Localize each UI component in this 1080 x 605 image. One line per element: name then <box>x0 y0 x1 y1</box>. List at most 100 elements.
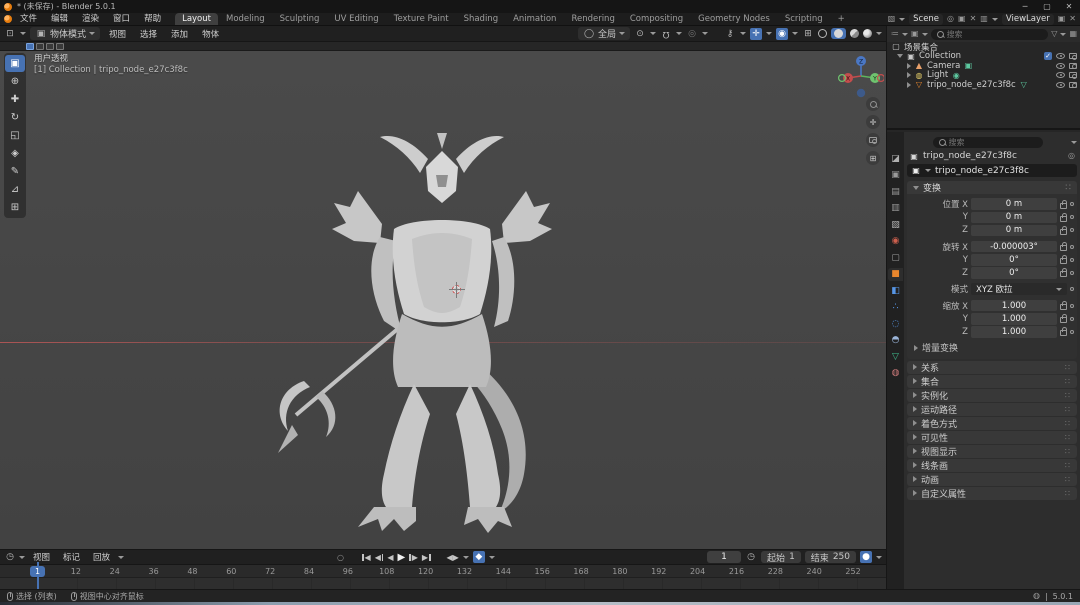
tab-render[interactable]: ▣ <box>888 169 903 182</box>
clock-icon[interactable]: ◷ <box>745 551 757 563</box>
properties-search-input[interactable] <box>949 138 1037 147</box>
section-visibility[interactable]: 可见性∷ <box>907 431 1077 444</box>
section-custom-properties[interactable]: 自定义属性∷ <box>907 487 1077 500</box>
outliner-id-icon[interactable]: ▣ <box>911 30 919 38</box>
transform-panel-header[interactable]: 变换 ∷ <box>907 181 1077 194</box>
viewport-menu-select[interactable]: 选择 <box>135 28 162 40</box>
object-visibility-icon[interactable]: ⚷ <box>724 28 736 40</box>
gizmo-chevron-icon[interactable] <box>766 32 772 35</box>
tab-material[interactable]: ◍ <box>888 367 903 380</box>
location-y-animate-dot[interactable] <box>1070 215 1074 219</box>
tab-object-data[interactable]: ▽ <box>888 350 903 363</box>
menu-help[interactable]: 帮助 <box>138 13 167 25</box>
menu-render[interactable]: 渲染 <box>76 13 105 25</box>
tab-physics[interactable]: ◌ <box>888 317 903 330</box>
select-mode-invert-icon[interactable] <box>56 43 64 50</box>
timeline-editor-chevron-icon[interactable] <box>19 556 25 559</box>
workspace-tab-uv-editing[interactable]: UV Editing <box>327 13 385 25</box>
frame-step-icon[interactable]: ◀▶ <box>447 553 459 562</box>
timeline-editor-type-icon[interactable]: ◷ <box>4 551 16 563</box>
tab-view-layer[interactable]: ▥ <box>888 202 903 215</box>
pan-hand-icon[interactable]: ✛ <box>866 115 880 129</box>
frame-step-chevron-icon[interactable] <box>463 556 469 559</box>
auto-keyframe-record-icon[interactable]: ○ <box>337 553 344 562</box>
toggle-xray-icon[interactable]: ⊞ <box>802 28 814 40</box>
light-hide-eye-icon[interactable] <box>1056 72 1065 78</box>
blender-menu-icon[interactable] <box>4 15 12 23</box>
section-motion-paths[interactable]: 运动路径∷ <box>907 403 1077 416</box>
outliner-filter-chevron-icon[interactable] <box>1060 33 1066 36</box>
tab-constraints[interactable]: ◓ <box>888 334 903 347</box>
outliner-row-tripo-node[interactable]: ▽ tripo_node_e27c3f8c ▽ <box>887 80 1080 90</box>
workspace-tab-texture-paint[interactable]: Texture Paint <box>387 13 456 25</box>
pin-icon[interactable]: ◎ <box>1068 152 1075 160</box>
tool-move[interactable]: ✚ <box>5 91 25 108</box>
location-y-lock-icon[interactable] <box>1060 216 1067 222</box>
tripo-node-render-icon[interactable] <box>1069 82 1077 88</box>
overlays-chevron-icon[interactable] <box>792 32 798 35</box>
current-frame-field[interactable]: 1 <box>707 551 741 563</box>
snap-chevron-icon[interactable] <box>676 32 682 35</box>
mode-selector[interactable]: ▣ 物体模式 <box>30 27 100 40</box>
light-render-icon[interactable] <box>1069 72 1077 78</box>
scale-y-field[interactable]: 1.000 <box>971 313 1057 325</box>
show-gizmo-icon[interactable]: ✛ <box>750 28 762 40</box>
tool-scale[interactable]: ◱ <box>5 127 25 144</box>
rotation-z-field[interactable]: 0° <box>971 267 1057 279</box>
tab-object[interactable]: ■ <box>888 268 903 281</box>
extensions-update-icon[interactable]: ◍ <box>1033 592 1040 600</box>
workspace-tab-animation[interactable]: Animation <box>506 13 563 25</box>
viewlayer-remove-icon[interactable]: ✕ <box>1069 15 1076 23</box>
timeline-tracks[interactable] <box>0 578 886 589</box>
properties-options-chevron-icon[interactable] <box>1071 141 1077 144</box>
light-expand-icon[interactable] <box>907 72 911 78</box>
timeline-menu-marker[interactable]: 标记 <box>58 551 85 563</box>
tab-tool[interactable]: ◪ <box>888 152 903 165</box>
workspace-tab-sculpting[interactable]: Sculpting <box>273 13 327 25</box>
outliner-search-input[interactable] <box>947 30 1043 39</box>
close-button[interactable]: ✕ <box>1058 0 1080 13</box>
pivot-point-icon[interactable]: ⊙ <box>634 28 646 40</box>
viewlayer-name-field[interactable]: ViewLayer <box>1002 14 1054 25</box>
location-x-field[interactable]: 0 m <box>971 198 1057 210</box>
workspace-tab-modeling[interactable]: Modeling <box>219 13 272 25</box>
navigation-gizmo[interactable]: Z X Y <box>838 53 884 99</box>
pivot-chevron-icon[interactable] <box>650 32 656 35</box>
properties-search[interactable] <box>933 137 1043 148</box>
collection-render-icon[interactable] <box>1069 53 1077 59</box>
scale-y-animate-dot[interactable] <box>1070 317 1074 321</box>
select-mode-extend-icon[interactable] <box>36 43 44 50</box>
collection-expand-icon[interactable] <box>897 54 903 58</box>
zoom-icon[interactable] <box>866 97 880 111</box>
select-mode-subtract-icon[interactable] <box>46 43 54 50</box>
auto-keying-chevron-icon[interactable] <box>876 556 882 559</box>
workspace-tab-compositing[interactable]: Compositing <box>623 13 690 25</box>
outliner-search[interactable] <box>931 29 1049 40</box>
proportional-chevron-icon[interactable] <box>702 32 708 35</box>
scene-unlink-icon[interactable]: ✕ <box>970 15 977 23</box>
menu-edit[interactable]: 编辑 <box>45 13 74 25</box>
next-keyframe-button[interactable]: ▶ <box>409 553 418 562</box>
scene-pin-icon[interactable]: ◎ <box>947 15 954 23</box>
tripo-node-expand-icon[interactable] <box>907 82 911 88</box>
snap-magnet-icon[interactable]: Ω <box>660 28 672 40</box>
viewport-menu-view[interactable]: 视图 <box>104 28 131 40</box>
tool-annotate[interactable]: ✎ <box>5 163 25 180</box>
camera-view-icon[interactable] <box>866 133 880 147</box>
rotation-y-lock-icon[interactable] <box>1060 258 1067 264</box>
collection-checkbox[interactable]: ✓ <box>1044 52 1052 60</box>
tool-transform[interactable]: ◈ <box>5 145 25 162</box>
ortho-grid-icon[interactable]: ⊞ <box>866 151 880 165</box>
section-relations[interactable]: 关系∷ <box>907 361 1077 374</box>
workspace-tab-add[interactable]: + <box>831 13 852 25</box>
camera-hide-eye-icon[interactable] <box>1056 63 1065 69</box>
camera-expand-icon[interactable] <box>907 63 911 69</box>
location-z-field[interactable]: 0 m <box>971 225 1057 237</box>
timeline-menu-view[interactable]: 视图 <box>28 551 55 563</box>
editor-type-chevron-icon[interactable] <box>20 32 26 35</box>
shading-rendered-icon[interactable] <box>863 29 872 38</box>
scene-icon[interactable]: ▧ <box>888 15 896 23</box>
tab-modifiers[interactable]: ◧ <box>888 284 903 297</box>
rotation-z-animate-dot[interactable] <box>1070 271 1074 275</box>
section-line-art[interactable]: 线条画∷ <box>907 459 1077 472</box>
